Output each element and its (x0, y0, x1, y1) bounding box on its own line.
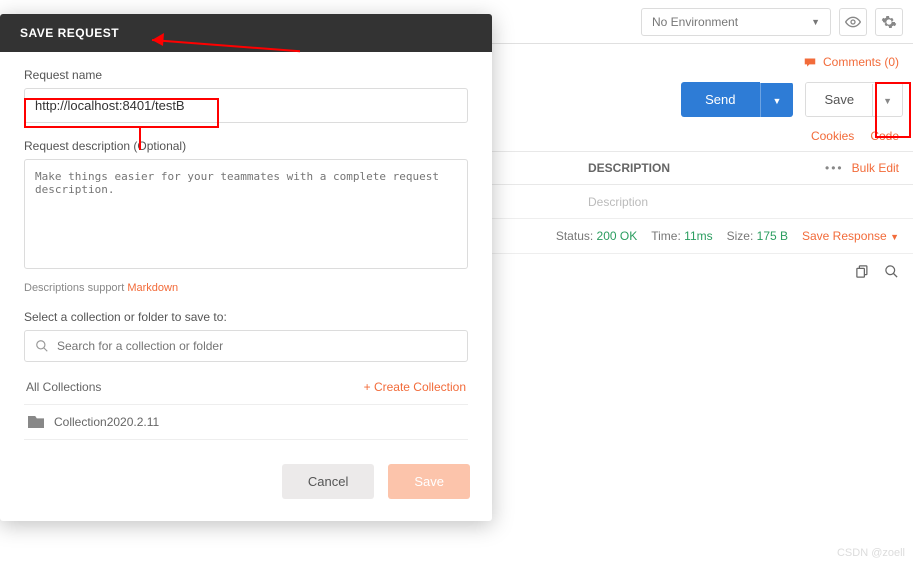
save-request-modal: SAVE REQUEST Request name Request descri… (0, 14, 492, 521)
create-collection-link[interactable]: + Create Collection (364, 380, 466, 394)
select-collection-label: Select a collection or folder to save to… (24, 310, 468, 324)
collection-item[interactable]: Collection2020.2.11 (24, 405, 468, 440)
request-description-label: Request description (Optional) (24, 139, 468, 153)
all-collections-label: All Collections (26, 380, 101, 394)
modal-title: SAVE REQUEST (0, 14, 492, 52)
collection-search[interactable] (24, 330, 468, 362)
folder-icon (28, 416, 44, 428)
modal-overlay: SAVE REQUEST Request name Request descri… (0, 0, 913, 563)
request-name-label: Request name (24, 68, 468, 82)
markdown-hint: Descriptions support Markdown (24, 282, 468, 294)
markdown-link[interactable]: Markdown (127, 282, 178, 294)
collection-item-label: Collection2020.2.11 (54, 415, 159, 429)
modal-save-button[interactable]: Save (388, 464, 470, 499)
request-description-input[interactable] (24, 159, 468, 269)
cancel-button[interactable]: Cancel (282, 464, 374, 499)
search-icon (35, 339, 49, 353)
request-name-input[interactable] (24, 88, 468, 123)
collection-search-input[interactable] (57, 339, 457, 353)
